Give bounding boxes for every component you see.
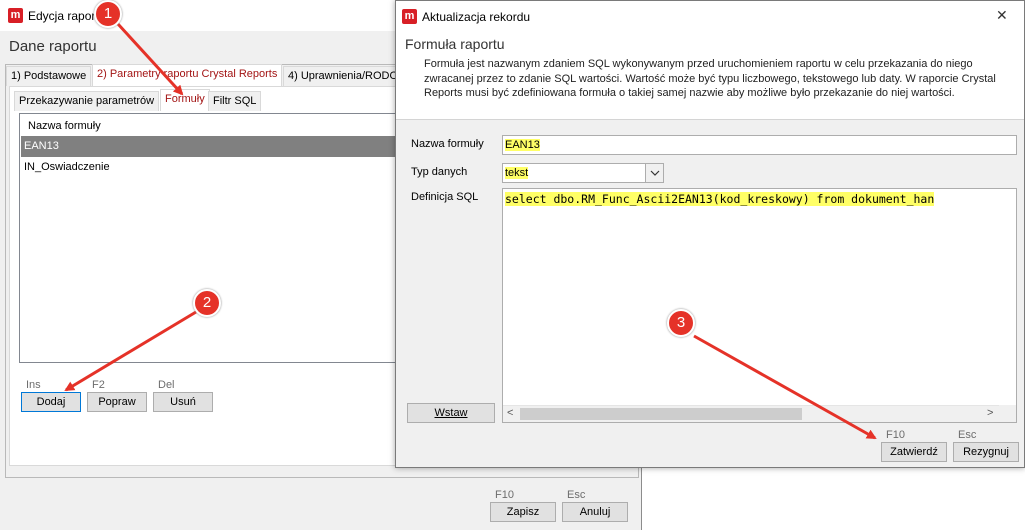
edit-button[interactable]: Popraw — [87, 392, 147, 412]
insert-button-label: Wstaw — [434, 407, 468, 419]
tab-basic-label: 1) Podstawowe — [11, 70, 87, 82]
dialog: m Aktualizacja rekordu ✕ Formuła raportu… — [395, 0, 1025, 468]
close-icon[interactable]: ✕ — [996, 7, 1008, 24]
name-field[interactable]: EAN13 — [502, 135, 1017, 155]
back-window-heading: Dane raportu — [9, 38, 97, 55]
sql-text: select dbo.RM_Func_Ascii2EAN13(kod_kresk… — [505, 191, 1000, 209]
tab-permissions-label: 4) Uprawnienia/RODO — [288, 70, 396, 82]
delete-button[interactable]: Usuń — [153, 392, 213, 412]
confirm-hint: F10 — [886, 429, 905, 441]
subtab-formulas[interactable]: Formuły — [160, 89, 210, 111]
formula-list-header: Nazwa formuły — [28, 120, 101, 132]
list-item-in-oswiadczenie-label: IN_Oswiadczenie — [24, 161, 110, 173]
tab-crystal-parameters-label: 2) Parametry raportu Crystal Reports — [97, 68, 278, 80]
annotation-badge-1: 1 — [94, 0, 122, 28]
dialog-title: Aktualizacja rekordu — [422, 10, 531, 24]
scroll-corner — [999, 405, 1016, 422]
tab-permissions[interactable]: 4) Uprawnienia/RODO — [283, 66, 396, 86]
sql-editor[interactable]: select dbo.RM_Func_Ascii2EAN13(kod_kresk… — [502, 188, 1017, 423]
name-value: EAN13 — [505, 139, 540, 151]
horizontal-scrollbar[interactable]: < > — [503, 405, 1000, 422]
annotation-badge-3: 3 — [667, 309, 695, 337]
dialog-cancel-button[interactable]: Rezygnuj — [953, 442, 1019, 462]
type-label: Typ danych — [411, 166, 468, 178]
dialog-cancel-hint: Esc — [958, 429, 977, 441]
name-label: Nazwa formuły — [411, 138, 484, 150]
save-button[interactable]: Zapisz — [490, 502, 556, 522]
list-item-ean13-label: EAN13 — [24, 140, 59, 152]
app-logo-icon: m — [8, 8, 23, 23]
scrollbar-thumb[interactable] — [520, 408, 802, 420]
dialog-logo-icon: m — [402, 9, 417, 24]
chevron-down-icon[interactable] — [645, 164, 663, 182]
formula-list[interactable]: Nazwa formuły EAN13 IN_Oswiadczenie — [19, 113, 399, 363]
list-item-in-oswiadczenie[interactable]: IN_Oswiadczenie — [21, 157, 399, 177]
subtab-parameter-passing-label: Przekazywanie parametrów — [19, 95, 155, 107]
cancel-button[interactable]: Anuluj — [562, 502, 628, 522]
save-hint: F10 — [495, 489, 514, 501]
scroll-right-icon[interactable]: > — [987, 407, 993, 419]
dialog-description: Formuła jest nazwanym zdaniem SQL wykony… — [424, 58, 996, 99]
type-value: tekst — [505, 167, 529, 179]
sql-value: select dbo.RM_Func_Ascii2EAN13(kod_kresk… — [505, 192, 935, 206]
scroll-left-icon[interactable]: < — [507, 407, 513, 419]
tab-basic[interactable]: 1) Podstawowe — [6, 66, 92, 86]
dialog-heading: Formuła raportu — [405, 36, 505, 52]
subtab-sql-filter[interactable]: Filtr SQL — [208, 91, 262, 111]
cancel-hint: Esc — [567, 489, 586, 501]
annotation-badge-2: 2 — [193, 289, 221, 317]
insert-button[interactable]: Wstaw — [407, 403, 495, 423]
add-hint: Ins — [26, 379, 41, 391]
sql-label: Definicja SQL — [411, 191, 479, 203]
subtab-sql-filter-label: Filtr SQL — [213, 95, 257, 107]
delete-hint: Del — [158, 379, 175, 391]
subtab-formulas-label: Formuły — [165, 93, 205, 105]
dialog-titlebar: m Aktualizacja rekordu ✕ — [396, 1, 1024, 32]
subtab-parameter-passing[interactable]: Przekazywanie parametrów — [14, 91, 160, 111]
tab-crystal-parameters[interactable]: 2) Parametry raportu Crystal Reports — [92, 64, 283, 86]
type-select[interactable]: tekst — [502, 163, 664, 183]
list-item-ean13[interactable]: EAN13 — [21, 136, 399, 157]
edit-hint: F2 — [92, 379, 105, 391]
confirm-button[interactable]: Zatwierdź — [881, 442, 947, 462]
dialog-header: Formuła raportu Formuła jest nazwanym zd… — [396, 32, 1024, 120]
add-button[interactable]: Dodaj — [21, 392, 81, 412]
